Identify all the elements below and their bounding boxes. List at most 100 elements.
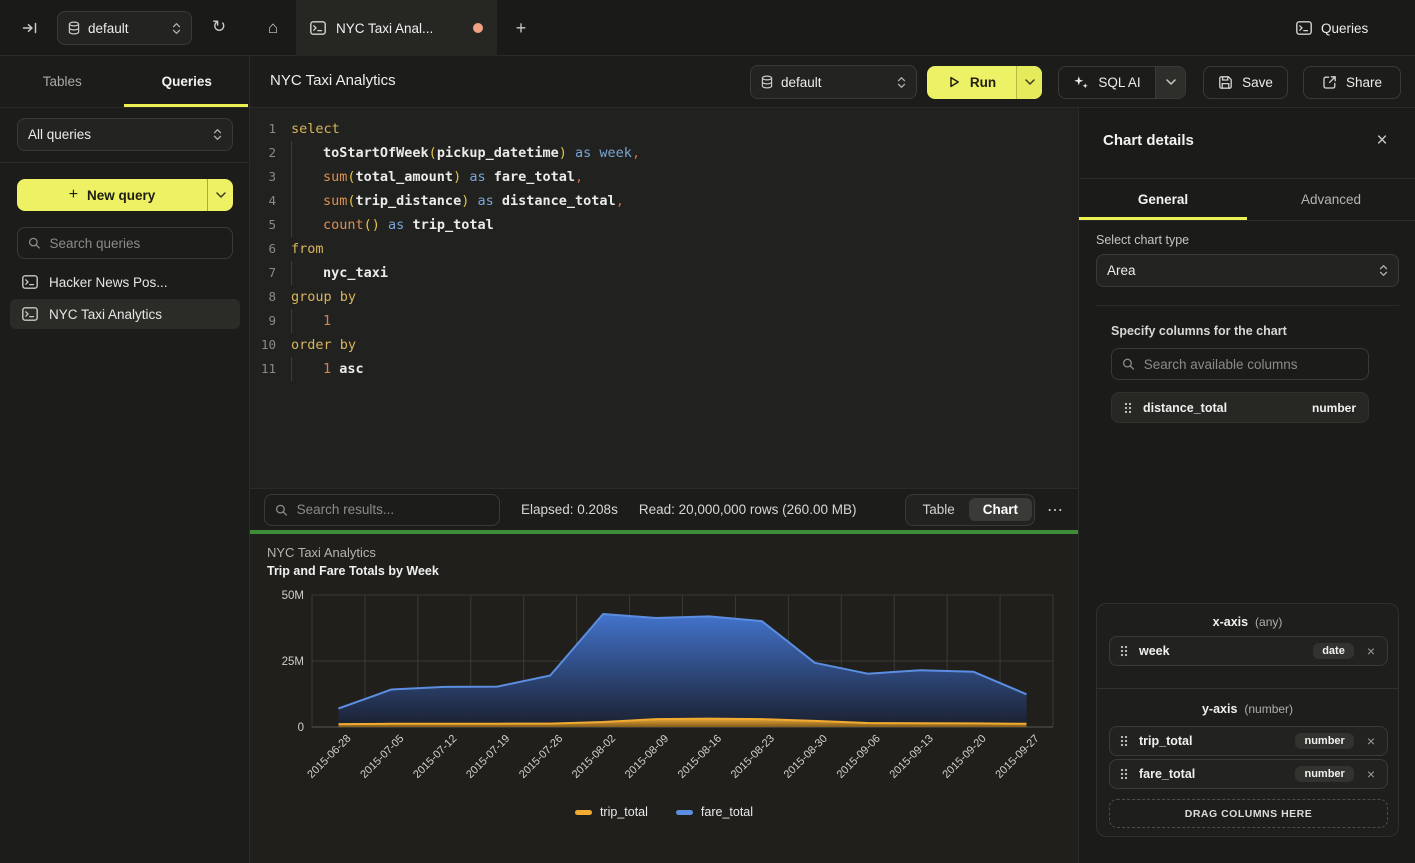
svg-text:2015-07-26: 2015-07-26 (517, 733, 565, 781)
details-tabs: General Advanced (1079, 179, 1415, 221)
search-icon (275, 503, 288, 517)
chart-type-select[interactable]: Area (1096, 254, 1399, 287)
results-search-input[interactable] (297, 502, 489, 517)
column-name: fare_total (1139, 767, 1284, 781)
results-search[interactable] (264, 494, 500, 526)
sidebar-query-item[interactable]: Hacker News Pos... (10, 267, 240, 297)
more-options-icon[interactable]: ⋯ (1047, 500, 1064, 520)
legend-swatch (676, 810, 693, 815)
chart-type-label: Select chart type (1096, 233, 1189, 247)
sidebar-query-item[interactable]: NYC Taxi Analytics (10, 299, 240, 329)
sql-ai-menu-button[interactable] (1155, 67, 1185, 98)
updown-chevron-icon (172, 22, 181, 35)
refresh-icon[interactable]: ↻ (206, 14, 232, 40)
results-toolbar: Elapsed: 0.208s Read: 20,000,000 rows (2… (250, 488, 1078, 530)
top-bar: default ↻ ⌂ NYC Taxi Anal... + Queries (0, 0, 1415, 56)
axis-column-row[interactable]: trip_totalnumber× (1109, 726, 1388, 756)
remove-column-icon[interactable]: × (1365, 766, 1377, 782)
save-label: Save (1242, 75, 1273, 90)
chart-view-button[interactable]: Chart (969, 498, 1032, 521)
code-line[interactable]: 4sum(trip_distance) as distance_total, (250, 189, 1078, 213)
run-database-value: default (781, 75, 889, 90)
indent-guide (291, 141, 323, 165)
close-icon[interactable]: × (1369, 128, 1395, 154)
rows-read: Read: 20,000,000 rows (260.00 MB) (639, 502, 857, 517)
legend-label: fare_total (701, 805, 753, 819)
database-icon (761, 75, 773, 89)
divider (1096, 305, 1399, 306)
chevron-down-icon (1025, 79, 1035, 85)
remove-column-icon[interactable]: × (1365, 733, 1377, 749)
sidebar-search[interactable] (17, 227, 233, 259)
legend-item[interactable]: fare_total (676, 805, 753, 819)
tab-queries[interactable]: Queries (125, 56, 250, 107)
code-line[interactable]: 3sum(total_amount) as fare_total, (250, 165, 1078, 189)
share-button[interactable]: Share (1303, 66, 1401, 99)
sql-ai-button[interactable]: SQL AI (1058, 66, 1186, 99)
indent-guide (291, 261, 323, 285)
code-line[interactable]: 111 asc (250, 357, 1078, 381)
query-label: NYC Taxi Analytics (49, 307, 162, 322)
available-column-card[interactable]: distance_totalnumber (1111, 392, 1369, 423)
drag-handle-icon (1120, 768, 1128, 780)
save-button[interactable]: Save (1203, 66, 1288, 99)
code-line[interactable]: 6from (250, 237, 1078, 261)
svg-text:2015-09-27: 2015-09-27 (993, 733, 1041, 781)
run-button[interactable]: Run (927, 66, 1042, 99)
active-tab-underline (1079, 217, 1247, 220)
drag-handle-icon (1124, 402, 1132, 414)
svg-text:25M: 25M (282, 656, 304, 668)
query-tab[interactable]: NYC Taxi Anal... (296, 0, 497, 56)
column-type-badge: number (1295, 733, 1353, 749)
tab-advanced[interactable]: Advanced (1247, 179, 1415, 220)
tab-general[interactable]: General (1079, 179, 1247, 220)
code-line[interactable]: 2toStartOfWeek(pickup_datetime) as week, (250, 141, 1078, 165)
remove-column-icon[interactable]: × (1365, 643, 1377, 659)
axis-column-row[interactable]: fare_totalnumber× (1109, 759, 1388, 789)
tab-tables[interactable]: Tables (0, 56, 125, 107)
new-query-button[interactable]: +New query (17, 179, 233, 211)
code-line[interactable]: 5count() as trip_total (250, 213, 1078, 237)
run-options-button[interactable] (1016, 66, 1042, 99)
drop-zone[interactable]: DRAG COLUMNS HERE (1109, 799, 1388, 828)
query-filter-select[interactable]: All queries (17, 118, 233, 151)
line-number: 7 (250, 261, 276, 285)
share-label: Share (1346, 75, 1382, 90)
run-database-select[interactable]: default (750, 65, 917, 99)
svg-text:2015-08-23: 2015-08-23 (729, 733, 777, 781)
sidebar-search-input[interactable] (49, 236, 222, 251)
query-icon (22, 275, 38, 289)
svg-text:2015-06-28: 2015-06-28 (305, 733, 353, 781)
sidebar-tabs: Tables Queries (0, 56, 249, 108)
queries-panel-button[interactable]: Queries (1296, 14, 1368, 42)
new-tab-button[interactable]: + (508, 16, 534, 40)
chart-subtitle: Trip and Fare Totals by Week (267, 564, 439, 578)
code-line[interactable]: 91 (250, 309, 1078, 333)
code-line[interactable]: 10order by (250, 333, 1078, 357)
new-query-menu-button[interactable] (207, 179, 233, 211)
sql-editor[interactable]: 1select2toStartOfWeek(pickup_datetime) a… (250, 108, 1078, 488)
legend-item[interactable]: trip_total (575, 805, 648, 819)
home-tab-icon[interactable]: ⌂ (250, 0, 296, 55)
axis-column-row[interactable]: weekdate× (1109, 636, 1388, 666)
columns-search[interactable] (1111, 348, 1369, 380)
code-line[interactable]: 1select (250, 117, 1078, 141)
query-icon (22, 307, 38, 321)
svg-text:2015-08-30: 2015-08-30 (782, 733, 830, 781)
columns-search-input[interactable] (1144, 357, 1358, 372)
sidebar: Tables Queries All queries +New query Ha… (0, 56, 250, 863)
svg-text:0: 0 (298, 722, 304, 734)
drag-handle-icon (1120, 735, 1128, 747)
sparkles-icon (1073, 75, 1089, 90)
y-axis-rows: trip_totalnumber×fare_totalnumber× (1109, 726, 1388, 792)
collapse-sidebar-icon[interactable] (18, 17, 42, 39)
x-axis-header: x-axis (any) (1097, 615, 1398, 629)
table-view-button[interactable]: Table (908, 498, 968, 521)
line-number: 3 (250, 165, 276, 189)
database-select[interactable]: default (57, 11, 192, 45)
queries-panel-label: Queries (1321, 21, 1368, 36)
code-line[interactable]: 7nyc_taxi (250, 261, 1078, 285)
code-line[interactable]: 8group by (250, 285, 1078, 309)
columns-label: Specify columns for the chart (1111, 324, 1287, 338)
details-header: Chart details × (1079, 108, 1415, 179)
